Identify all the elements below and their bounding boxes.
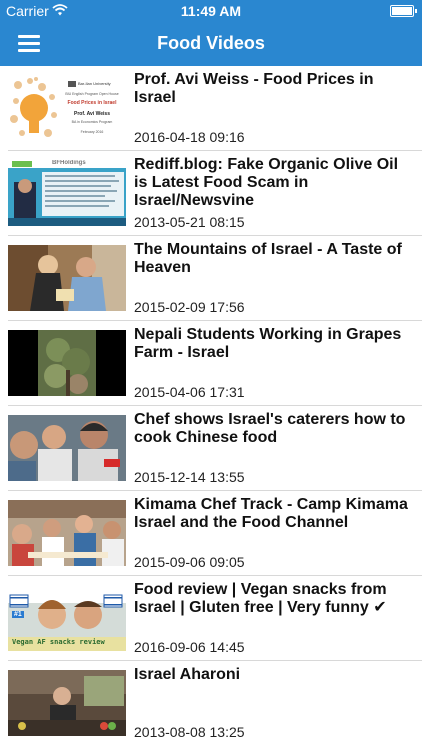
video-title: Food review | Vegan snacks from Israel |… xyxy=(134,581,387,616)
video-thumbnail xyxy=(8,415,126,481)
thumb-talk: Food Prices in Israel xyxy=(67,100,117,106)
video-date: 2015-04-06 17:31 xyxy=(134,384,245,400)
video-date: 2016-04-18 09:16 xyxy=(134,129,245,145)
thumb-badge: #1 xyxy=(12,611,24,618)
list-item[interactable]: Kimama Chef Track - Camp Kimama Israel a… xyxy=(0,491,422,576)
list-item[interactable]: Bar-Ilan University BIU English Program … xyxy=(0,66,422,151)
status-bar: Carrier 11:49 AM xyxy=(0,0,422,22)
video-title: Chef shows Israel's caterers how to cook… xyxy=(134,411,406,446)
video-thumbnail: Bar-Ilan University BIU English Program … xyxy=(8,75,126,141)
video-title: Rediff.blog: Fake Organic Olive Oil is L… xyxy=(134,156,399,209)
thumb-when: February 2016 xyxy=(80,130,104,134)
list-item[interactable]: #1 Vegan AF snacks review Food review | … xyxy=(0,576,422,661)
list-item[interactable]: Nepali Students Working in Grapes Farm -… xyxy=(0,321,422,406)
thumb-program: BIU English Program Open House xyxy=(65,92,119,96)
video-title: Prof. Avi Weiss - Food Prices in Israel xyxy=(134,71,374,106)
list-item[interactable]: BFHoldings Rediff.blog: Fake Organic Oli… xyxy=(0,151,422,236)
video-thumbnail xyxy=(8,245,126,311)
thumb-speaker: Prof. Avi Weiss xyxy=(74,111,110,117)
video-date: 2013-05-21 08:15 xyxy=(134,214,245,230)
video-thumbnail: #1 Vegan AF snacks review xyxy=(8,585,126,651)
page-title: Food Videos xyxy=(157,33,265,53)
video-thumbnail: BFHoldings xyxy=(8,160,126,226)
clock: 11:49 AM xyxy=(180,3,242,19)
list-item[interactable]: Chef shows Israel's caterers how to cook… xyxy=(0,406,422,491)
video-date: 2016-09-06 14:45 xyxy=(134,639,245,655)
list-item[interactable]: Israel Aharoni 2013-08-08 13:25 xyxy=(0,661,422,746)
video-title: Israel Aharoni xyxy=(134,666,241,683)
nav-bar: Food Videos xyxy=(0,22,422,66)
thumb-role: BA in Economics Program xyxy=(71,120,113,124)
video-title: Nepali Students Working in Grapes Farm -… xyxy=(134,326,402,361)
thumb-caption: Vegan AF snacks review xyxy=(12,638,105,646)
video-date: 2013-08-08 13:25 xyxy=(134,724,245,740)
video-date: 2015-12-14 13:55 xyxy=(134,469,245,485)
battery-icon xyxy=(390,5,417,17)
list-item[interactable]: The Mountains of Israel - A Taste of Hea… xyxy=(0,236,422,321)
thumb-banner: BFHoldings xyxy=(52,160,86,166)
video-thumbnail xyxy=(8,330,126,396)
video-date: 2015-02-09 17:56 xyxy=(134,299,245,315)
video-thumbnail xyxy=(8,670,126,736)
video-title: Kimama Chef Track - Camp Kimama Israel a… xyxy=(134,496,408,531)
video-title: The Mountains of Israel - A Taste of Hea… xyxy=(134,241,402,276)
thumb-org: Bar-Ilan University xyxy=(78,81,111,86)
video-thumbnail xyxy=(8,500,126,566)
video-date: 2015-09-06 09:05 xyxy=(134,554,245,570)
